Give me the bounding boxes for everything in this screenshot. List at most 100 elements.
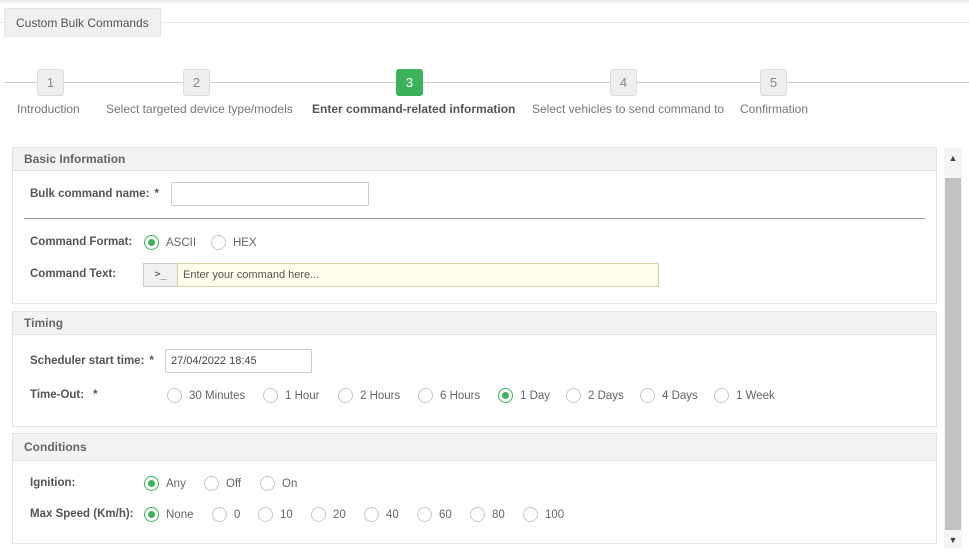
bulk-command-name-input[interactable] [171,182,369,206]
terminal-icon: >_ [143,263,178,287]
timeout-radio-1-hour[interactable]: 1 Hour [263,388,320,403]
radio-label: ASCII [166,236,197,249]
radio-unchecked-icon [470,507,485,522]
step-number: 5 [760,69,787,96]
format-radio-ascii[interactable]: ASCII [144,235,196,250]
required-mark: * [149,355,154,367]
required-mark: * [154,188,159,200]
radio-label: 1 Day [520,389,551,402]
radio-checked-icon [498,388,513,403]
timeout-radio-6-hours[interactable]: 6 Hours [418,388,480,403]
panel-title: Timing [13,312,936,335]
timeout-radio-30-minutes[interactable]: 30 Minutes [167,388,245,403]
required-mark: * [93,389,98,401]
radio-unchecked-icon [417,507,432,522]
radio-label: 1 Week [736,389,775,402]
speed-radio-100[interactable]: 100 [523,507,564,522]
radio-unchecked-icon [566,388,581,403]
scroll-up-arrow-icon[interactable]: ▲ [944,150,962,166]
radio-unchecked-icon [640,388,655,403]
timing-panel: Timing Scheduler start time: * 27/04/2022… [12,311,937,427]
radio-label: On [282,477,298,490]
step-number: 2 [183,69,210,96]
time-out-label: Time-Out: * [30,389,98,401]
conditions-panel: Conditions Ignition: Any Off On Max Spee… [12,433,937,544]
wizard-line [4,82,969,83]
timeout-radio-2-hours[interactable]: 2 Hours [338,388,400,403]
command-text-label: Command Text: [30,268,117,280]
radio-label: 2 Hours [360,389,401,402]
scroll-down-arrow-icon[interactable]: ▼ [944,532,962,548]
radio-unchecked-icon [258,507,273,522]
speed-radio-60[interactable]: 60 [417,507,452,522]
radio-unchecked-icon [263,388,278,403]
step-number: 1 [37,69,64,96]
radio-unchecked-icon [364,507,379,522]
panel-title: Conditions [13,434,936,461]
max-speed-label: Max Speed (Km/h): [30,508,134,520]
radio-unchecked-icon [714,388,729,403]
ignition-radio-off[interactable]: Off [204,476,241,491]
scheduler-start-time-input[interactable]: 27/04/2022 18:45 [165,349,312,373]
speed-radio-10[interactable]: 10 [258,507,293,522]
radio-unchecked-icon [260,476,275,491]
radio-unchecked-icon [211,235,226,250]
bulk-command-name-label: Bulk command name: * [30,188,159,200]
radio-label: Any [166,477,186,490]
radio-label: 100 [545,508,565,521]
radio-unchecked-icon [212,507,227,522]
radio-unchecked-icon [338,388,353,403]
label-text: Time-Out: [30,389,85,401]
radio-checked-icon [144,507,159,522]
timeout-radio-2-days[interactable]: 2 Days [566,388,624,403]
radio-label: Off [226,477,242,490]
speed-radio-80[interactable]: 80 [470,507,505,522]
radio-label: 80 [492,508,505,521]
radio-label: 60 [439,508,452,521]
tab-custom-bulk-commands[interactable]: Custom Bulk Commands [4,8,161,37]
radio-label: None [166,508,194,521]
step-label: Select vehicles to send command to [532,102,725,116]
timeout-radio-1-day[interactable]: 1 Day [498,388,550,403]
command-text-input[interactable]: Enter your command here... [177,263,659,287]
radio-checked-icon [144,235,159,250]
panel-title: Basic Information [13,148,936,171]
radio-label: HEX [233,236,257,249]
format-radio-hex[interactable]: HEX [211,235,257,250]
ignition-radio-on[interactable]: On [260,476,297,491]
ignition-radio-any[interactable]: Any [144,476,186,491]
speed-radio-20[interactable]: 20 [311,507,346,522]
scheduler-start-time-label: Scheduler start time: * [30,355,154,367]
speed-radio-none[interactable]: None [144,507,194,522]
step-label: Enter command-related information [312,102,516,116]
step-label: Confirmation [740,102,809,116]
step-label: Introduction [17,102,80,116]
top-shadow [0,0,969,4]
step-number: 3 [396,69,423,96]
radio-label: 4 Days [662,389,698,402]
basic-information-panel: Basic Information Bulk command name: * Co… [12,147,937,304]
command-format-label: Command Format: [30,236,133,248]
speed-radio-0[interactable]: 0 [212,507,240,522]
radio-unchecked-icon [311,507,326,522]
ignition-label: Ignition: [30,477,76,489]
radio-unchecked-icon [523,507,538,522]
radio-label: 40 [386,508,399,521]
radio-label: 30 Minutes [189,389,246,402]
radio-label: 0 [234,508,241,521]
timeout-radio-4-days[interactable]: 4 Days [640,388,698,403]
radio-unchecked-icon [167,388,182,403]
radio-label: 20 [333,508,346,521]
speed-radio-40[interactable]: 40 [364,507,399,522]
radio-checked-icon [144,476,159,491]
radio-label: 10 [280,508,293,521]
radio-label: 1 Hour [285,389,320,402]
scrollbar-thumb[interactable] [945,178,961,530]
step-number: 4 [610,69,637,96]
radio-label: 6 Hours [440,389,481,402]
radio-unchecked-icon [204,476,219,491]
label-text: Bulk command name: [30,188,150,200]
timeout-radio-1-week[interactable]: 1 Week [714,388,775,403]
step-label: Select targeted device type/models [106,102,293,116]
radio-label: 2 Days [588,389,624,402]
